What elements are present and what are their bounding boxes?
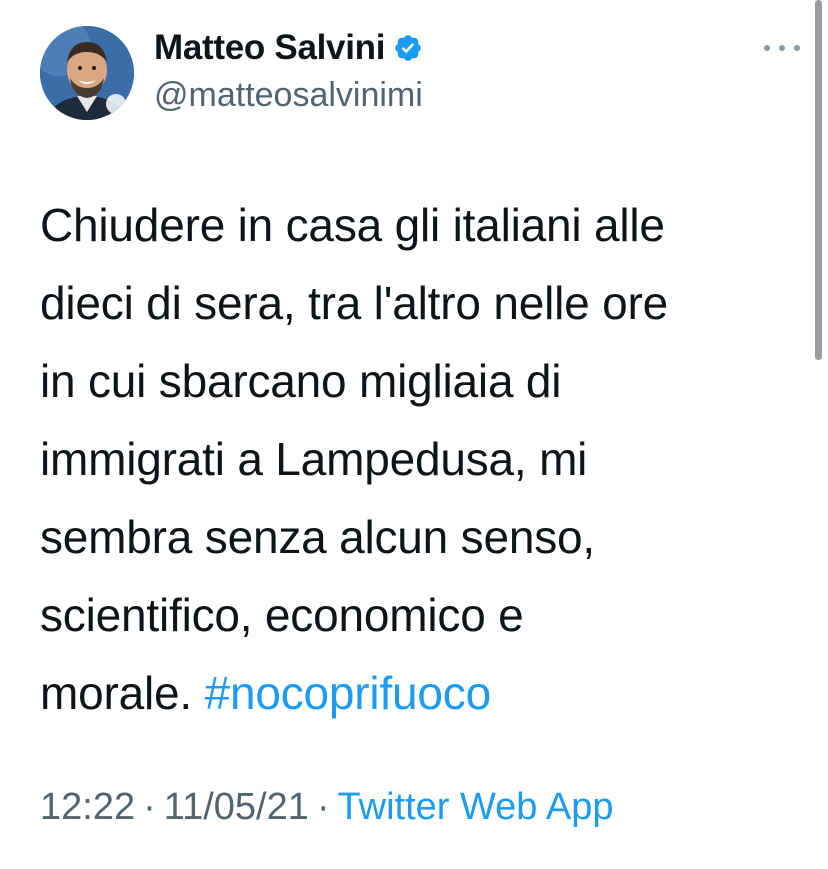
tweet-text-line: morale. <box>40 667 192 719</box>
tweet-text-line: Chiudere in casa gli italiani alle <box>40 199 665 251</box>
more-dot <box>764 45 770 51</box>
tweet-text-last-line: morale. #nocoprifuoco <box>40 654 800 732</box>
author-handle[interactable]: @matteosalvinimi <box>154 76 423 115</box>
hashtag-link[interactable]: #nocoprifuoco <box>205 667 492 719</box>
avatar-image <box>40 26 134 120</box>
tweet-text: Chiudere in casa gli italiani alle dieci… <box>40 186 800 732</box>
verified-badge-icon <box>393 33 423 63</box>
tweet-time[interactable]: 12:22 <box>40 786 135 828</box>
author-display-name[interactable]: Matteo Salvini <box>154 28 385 68</box>
author-name-row: Matteo Salvini <box>154 26 423 70</box>
tweet-source-link[interactable]: Twitter Web App <box>338 786 614 828</box>
more-dot <box>779 45 785 51</box>
more-options-icon[interactable] <box>764 38 800 58</box>
tweet-date[interactable]: 11/05/21 <box>164 786 309 828</box>
meta-separator: · <box>316 786 330 828</box>
author-block: Matteo Salvini @matteosalvinimi <box>154 26 423 115</box>
tweet-text-line: scientifico, economico e <box>40 589 524 641</box>
tweet-text-line: dieci di sera, tra l'altro nelle ore <box>40 277 668 329</box>
more-dot <box>794 45 800 51</box>
tweet-header: Matteo Salvini @matteosalvinimi <box>40 24 800 124</box>
meta-separator: · <box>143 786 156 828</box>
tweet-text-line: in cui sbarcano migliaia di <box>40 355 562 407</box>
tweet-text-line: sembra senza alcun senso, <box>40 511 595 563</box>
tweet-text-line: immigrati a Lampedusa, mi <box>40 433 588 485</box>
scrollbar[interactable] <box>815 0 822 360</box>
tweet-meta: 12:22 · 11/05/21 · Twitter Web App <box>40 786 614 829</box>
avatar[interactable] <box>40 26 134 120</box>
